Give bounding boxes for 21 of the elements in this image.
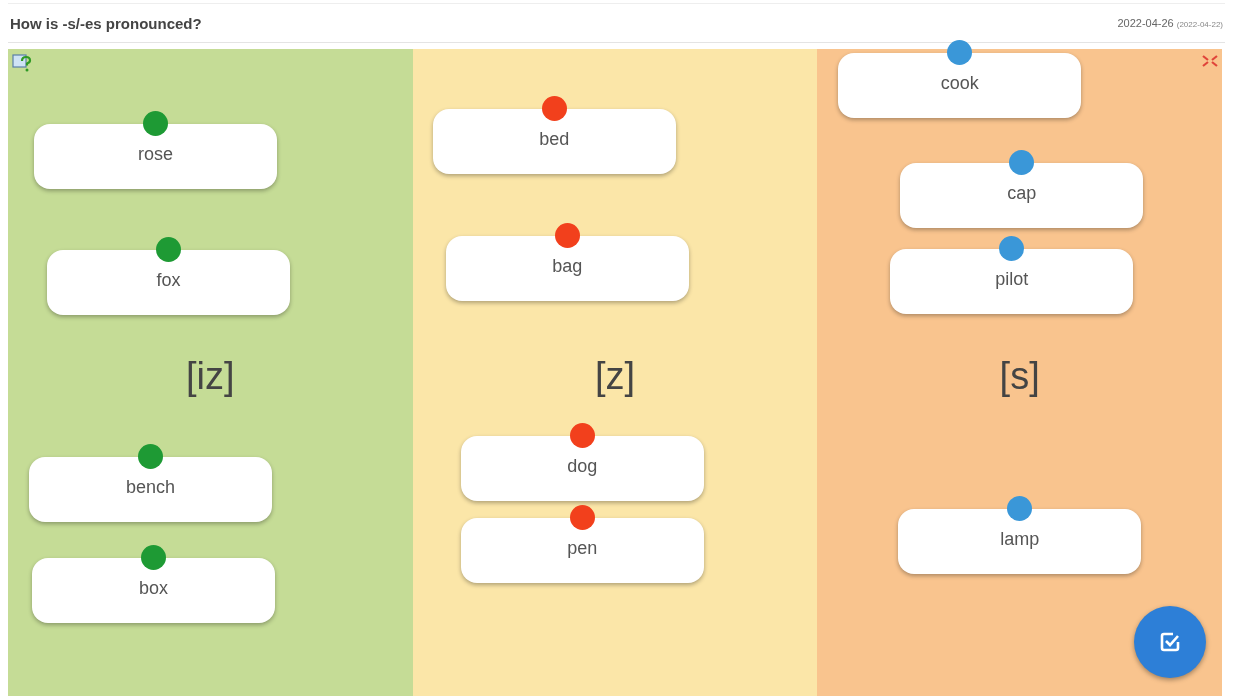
word-card[interactable]: fox <box>47 250 290 315</box>
word-card[interactable]: cap <box>900 163 1144 228</box>
activity-title: How is -s/-es pronounced? <box>10 14 202 32</box>
word-card[interactable]: dog <box>460 436 704 501</box>
help-icon[interactable] <box>12 53 32 73</box>
fullscreen-icon[interactable] <box>1202 55 1218 67</box>
category-label: [iz] <box>186 355 235 398</box>
word-card[interactable]: pilot <box>890 249 1134 314</box>
date: 2022-04-26 <box>1117 17 1174 29</box>
category-label: [s] <box>999 355 1040 398</box>
word-card[interactable]: lamp <box>898 509 1142 574</box>
category-label: [z] <box>594 355 636 398</box>
word-card[interactable]: bag <box>445 236 689 301</box>
word-card[interactable]: rose <box>34 124 277 189</box>
word-card[interactable]: box <box>32 558 275 623</box>
word-card[interactable]: bed <box>432 109 676 174</box>
original-date: (2022-04-22) <box>1176 20 1223 29</box>
word-card[interactable]: cook <box>838 53 1082 118</box>
word-card[interactable]: bench <box>29 457 272 522</box>
checkbox-icon <box>1158 630 1182 654</box>
word-card[interactable]: pen <box>460 518 704 583</box>
